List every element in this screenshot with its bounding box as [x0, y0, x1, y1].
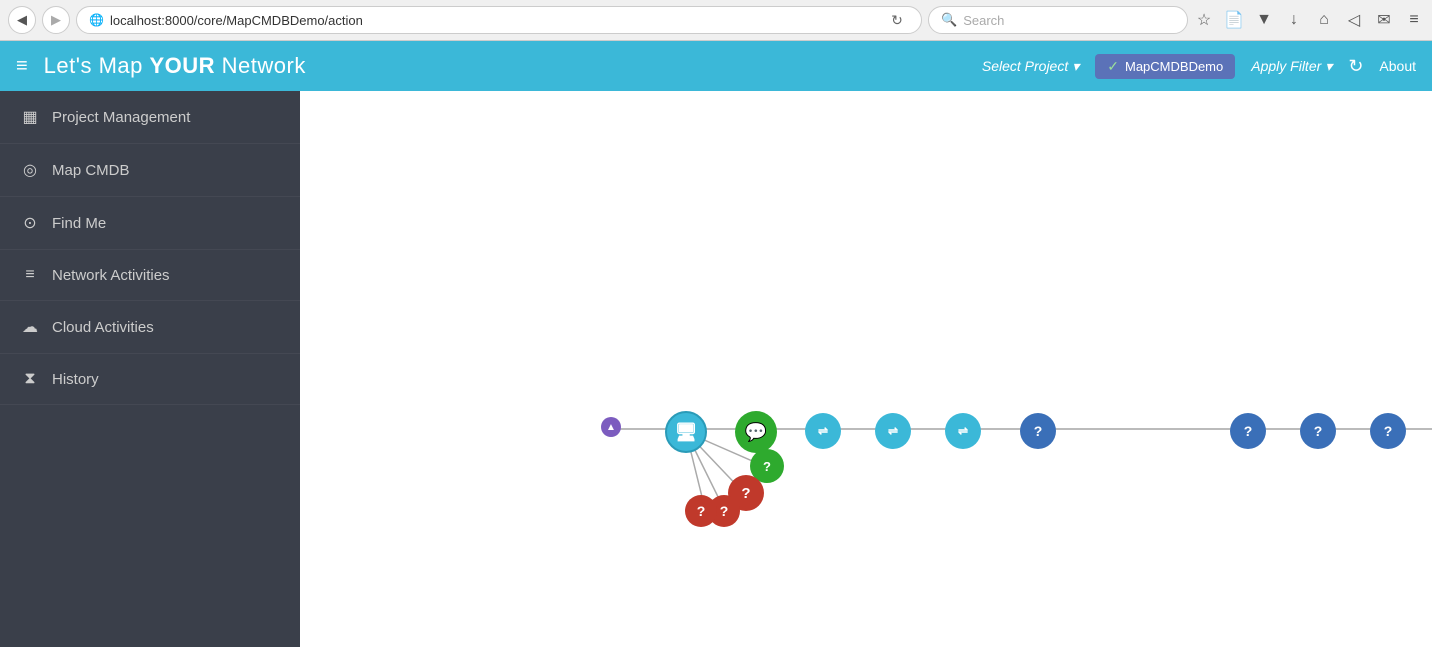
- cyan-node-3[interactable]: ⇌: [945, 413, 981, 449]
- chat-icon: 💬: [745, 422, 767, 443]
- top-nav-left: ≡ Let's Map YOUR Network: [16, 53, 306, 79]
- browser-toolbar: ◀ ▶ 🌐 localhost:8000/core/MapCMDBDemo/ac…: [0, 0, 1432, 40]
- sidebar-item-network-activities[interactable]: ≡ Network Activities: [0, 250, 300, 301]
- map-cmdb-icon: ◎: [20, 160, 40, 180]
- cloud-activities-icon: ☁: [20, 317, 40, 337]
- about-button[interactable]: About: [1379, 58, 1416, 74]
- history-icon: ⧗: [20, 370, 40, 388]
- download-icon[interactable]: ↓: [1284, 11, 1304, 29]
- blue-question-node-1[interactable]: ?: [1020, 413, 1056, 449]
- sidebar-label-network-activities: Network Activities: [52, 267, 170, 284]
- apply-filter-button[interactable]: Apply Filter ▾: [1251, 58, 1332, 75]
- blue-question-node-2[interactable]: ?: [1230, 413, 1266, 449]
- monitor-node[interactable]: 🖥: [665, 411, 707, 453]
- select-project-label: Select Project: [982, 58, 1068, 74]
- url-text: localhost:8000/core/MapCMDBDemo/action: [110, 13, 879, 28]
- apply-filter-label: Apply Filter: [1251, 58, 1321, 74]
- filter-chevron-icon: ▾: [1325, 58, 1332, 75]
- reader-icon[interactable]: 📄: [1224, 10, 1244, 30]
- app-title-suffix: Network: [215, 53, 306, 78]
- message-icon[interactable]: ✉: [1374, 10, 1394, 30]
- search-placeholder-text: Search: [963, 13, 1004, 28]
- project-management-icon: ▦: [20, 107, 40, 127]
- url-globe-icon: 🌐: [89, 13, 104, 27]
- find-me-icon: ⊙: [20, 213, 40, 233]
- top-nav-right: Select Project ▾ ✓ MapCMDBDemo Apply Fil…: [982, 54, 1416, 79]
- green-chat-node[interactable]: 💬: [735, 411, 777, 453]
- canvas-area: ▲ 🖥 💬 ⇌ ⇌ ⇌ ? ? ? ?: [300, 91, 1432, 647]
- hamburger-button[interactable]: ≡: [16, 55, 28, 78]
- select-project-button[interactable]: Select Project ▾: [982, 58, 1079, 75]
- checkmark-icon: ✓: [1107, 58, 1119, 75]
- forward-button[interactable]: ▶: [42, 6, 70, 34]
- arrow-icon-2: ⇌: [888, 424, 898, 438]
- start-node[interactable]: ▲: [601, 417, 621, 437]
- app-container: ≡ Let's Map YOUR Network Select Project …: [0, 41, 1432, 647]
- app-title-prefix: Let's Map: [44, 53, 150, 78]
- sidebar-label-map-cmdb: Map CMDB: [52, 162, 130, 179]
- start-icon: ▲: [606, 422, 616, 433]
- browser-icons: ☆ 📄 ▼ ↓ ⌂ ◁ ✉ ≡: [1194, 10, 1424, 30]
- sidebar-item-history[interactable]: ⧗ History: [0, 354, 300, 405]
- sidebar-item-map-cmdb[interactable]: ◎ Map CMDB: [0, 144, 300, 197]
- sidebar-item-find-me[interactable]: ⊙ Find Me: [0, 197, 300, 250]
- search-bar[interactable]: 🔍 Search: [928, 6, 1188, 34]
- sidebar-label-project-management: Project Management: [52, 109, 190, 126]
- menu-icon[interactable]: ≡: [1404, 11, 1424, 29]
- main-content: ▦ Project Management ◎ Map CMDB ⊙ Find M…: [0, 91, 1432, 647]
- sidebar-label-find-me: Find Me: [52, 215, 106, 232]
- network-activities-icon: ≡: [20, 266, 40, 284]
- blue-question-node-4[interactable]: ?: [1370, 413, 1406, 449]
- search-icon: 🔍: [941, 12, 957, 28]
- reload-button[interactable]: ↻: [885, 8, 909, 32]
- sub-node-red-question-3[interactable]: ?: [685, 495, 717, 527]
- sidebar-label-cloud-activities: Cloud Activities: [52, 319, 154, 336]
- home-icon[interactable]: ⌂: [1314, 11, 1334, 29]
- back-button[interactable]: ◀: [8, 6, 36, 34]
- arrow-icon-3: ⇌: [958, 424, 968, 438]
- cyan-node-1[interactable]: ⇌: [805, 413, 841, 449]
- cyan-node-2[interactable]: ⇌: [875, 413, 911, 449]
- project-badge[interactable]: ✓ MapCMDBDemo: [1095, 54, 1235, 79]
- app-title-bold: YOUR: [149, 53, 215, 78]
- back2-icon[interactable]: ◁: [1344, 10, 1364, 30]
- top-nav: ≡ Let's Map YOUR Network Select Project …: [0, 41, 1432, 91]
- url-bar[interactable]: 🌐 localhost:8000/core/MapCMDBDemo/action…: [76, 6, 922, 34]
- network-svg: [300, 91, 1432, 647]
- sidebar-label-history: History: [52, 371, 99, 388]
- browser-chrome: ◀ ▶ 🌐 localhost:8000/core/MapCMDBDemo/ac…: [0, 0, 1432, 41]
- sidebar: ▦ Project Management ◎ Map CMDB ⊙ Find M…: [0, 91, 300, 647]
- chevron-down-icon: ▾: [1072, 58, 1079, 75]
- sidebar-item-cloud-activities[interactable]: ☁ Cloud Activities: [0, 301, 300, 354]
- arrow-icon-1: ⇌: [818, 424, 828, 438]
- app-title: Let's Map YOUR Network: [44, 53, 306, 79]
- blue-question-node-3[interactable]: ?: [1300, 413, 1336, 449]
- project-name: MapCMDBDemo: [1125, 59, 1223, 74]
- refresh-button[interactable]: ↻: [1348, 56, 1363, 77]
- sidebar-item-project-management[interactable]: ▦ Project Management: [0, 91, 300, 144]
- pocket-icon[interactable]: ▼: [1254, 11, 1274, 29]
- monitor-icon: 🖥: [675, 422, 698, 443]
- bookmark-icon[interactable]: ☆: [1194, 10, 1214, 30]
